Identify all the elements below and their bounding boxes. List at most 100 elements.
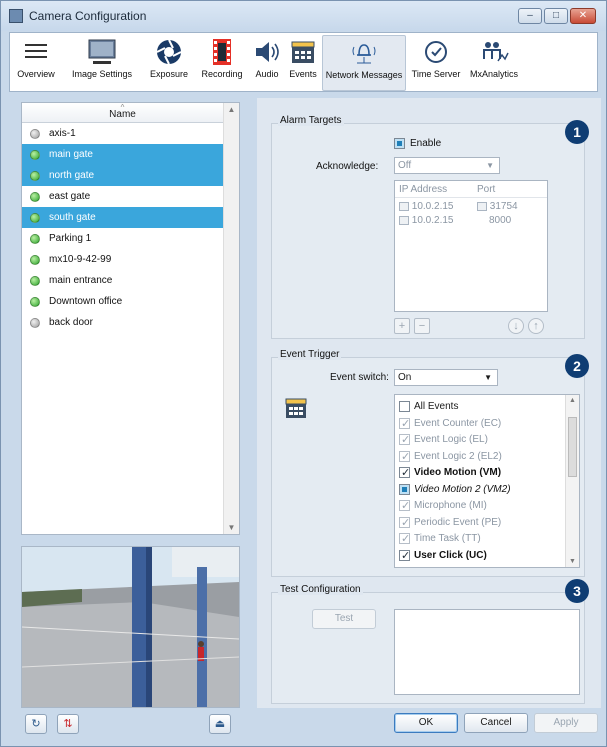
status-dot-icon [30, 171, 40, 181]
camera-configuration-window: Camera Configuration – □ ✕ Overview Imag… [0, 0, 607, 747]
check-icon: ✓ [401, 450, 411, 463]
film-strip-icon [196, 35, 248, 69]
camera-list-item[interactable]: Downtown office [22, 291, 223, 312]
status-dot-icon [30, 318, 40, 328]
tool-mxanalytics[interactable]: MxAnalytics [466, 35, 522, 91]
camera-name: south gate [49, 212, 96, 223]
scroll-up-icon[interactable]: ▲ [224, 105, 239, 114]
camera-list-item[interactable]: east gate [22, 186, 223, 207]
ok-button[interactable]: OK [394, 713, 458, 733]
event-label: Event Logic 2 (EL2) [414, 450, 502, 462]
scroll-thumb[interactable] [568, 417, 577, 477]
tool-label: Overview [17, 69, 55, 79]
camera-list[interactable]: ^ Name ▲ ▼ axis-1 main gate north gate east… [21, 102, 240, 535]
event-list-scrollbar[interactable]: ▲ ▼ [565, 395, 579, 567]
tool-label: Time Server [411, 69, 461, 79]
acknowledge-select[interactable]: Off ▼ [394, 157, 500, 174]
clapperboard-icon [286, 35, 320, 69]
refresh-button[interactable]: ↻ [25, 714, 47, 734]
tool-label: Network Messages [325, 70, 403, 80]
camera-list-item[interactable]: north gate [22, 165, 223, 186]
camera-list-item[interactable]: axis-1 [22, 123, 223, 144]
tool-recording[interactable]: Recording [196, 35, 248, 91]
event-checkbox[interactable] [399, 483, 410, 495]
check-icon: ✓ [401, 549, 411, 562]
enable-checkbox[interactable] [394, 138, 405, 149]
tool-time-server[interactable]: Time Server [408, 35, 464, 91]
tool-exposure[interactable]: Exposure [144, 35, 194, 91]
monitor-icon [62, 35, 142, 69]
add-target-button[interactable]: + [394, 318, 410, 334]
camera-preview-image [21, 546, 240, 708]
check-icon: ✓ [401, 533, 411, 545]
plus-icon: + [398, 320, 406, 332]
remove-target-button[interactable]: − [414, 318, 430, 334]
event-checkbox[interactable] [399, 401, 410, 412]
port-icon [477, 201, 487, 211]
scroll-down-icon[interactable]: ▼ [224, 523, 239, 532]
event-switch-select[interactable]: On ▼ [394, 369, 498, 386]
callout-badge-1: 1 [565, 120, 589, 144]
move-down-button[interactable]: ↓ [508, 318, 524, 334]
event-checkbox[interactable]: ✓ [399, 549, 411, 562]
scroll-up-icon[interactable]: ▲ [566, 397, 579, 404]
window-controls: – □ ✕ [518, 8, 596, 24]
move-up-button[interactable]: ↑ [528, 318, 544, 334]
list-lines-icon [12, 35, 60, 69]
tool-label: Events [289, 69, 317, 79]
table-row[interactable]: 10.0.2.15 [399, 215, 454, 226]
host-icon [399, 201, 409, 211]
event-checkbox[interactable]: ✓ [399, 500, 411, 512]
clock-icon [408, 35, 464, 69]
app-icon [9, 9, 23, 23]
event-checkbox[interactable]: ✓ [399, 533, 411, 545]
camera-list-item[interactable]: main gate [22, 144, 223, 165]
event-label: Time Task (TT) [414, 533, 481, 544]
camera-list-item[interactable]: mx10-9-42-99 [22, 249, 223, 270]
camera-list-item[interactable]: south gate [22, 207, 223, 228]
minimize-button[interactable]: – [518, 8, 542, 24]
event-switch-value: On [398, 372, 412, 383]
check-icon: ✓ [401, 434, 411, 446]
close-button[interactable]: ✕ [570, 8, 596, 24]
tool-network-messages[interactable]: Network Messages [322, 35, 406, 91]
collapse-preview-button[interactable]: ⏏ [209, 714, 231, 734]
camera-list-item[interactable]: Parking 1 [22, 228, 223, 249]
camera-name: mx10-9-42-99 [49, 254, 112, 265]
event-checkbox[interactable]: ✓ [399, 450, 411, 463]
status-dot-icon [30, 150, 40, 160]
camera-list-item[interactable]: main entrance [22, 270, 223, 291]
arrow-up-icon: ↑ [533, 320, 539, 332]
test-button[interactable]: Test [312, 609, 376, 629]
chevron-down-icon: ▼ [486, 161, 494, 170]
event-list[interactable]: All Events ✓ Event Counter (EC) ✓ Event Logi… [394, 394, 580, 568]
camera-list-scrollbar[interactable]: ▲ ▼ [223, 103, 239, 534]
event-checkbox[interactable]: ✓ [399, 467, 410, 479]
tool-audio[interactable]: Audio [250, 35, 284, 91]
event-label: Video Motion 2 (VM2) [414, 483, 511, 495]
transfer-icon: ⇅ [63, 718, 73, 730]
camera-name: Parking 1 [49, 233, 92, 244]
event-checkbox[interactable]: ✓ [399, 516, 411, 529]
scroll-down-icon[interactable]: ▼ [566, 558, 579, 565]
list-header-name[interactable]: ^ Name [22, 103, 223, 123]
event-trigger-group: Event Trigger Event switch: On ▼ All Eve… [271, 349, 585, 577]
cancel-button[interactable]: Cancel [464, 713, 528, 733]
callout-badge-2: 2 [565, 354, 589, 378]
maximize-button[interactable]: □ [544, 8, 568, 24]
apply-button[interactable]: Apply [534, 713, 598, 733]
eject-icon: ⏏ [214, 718, 226, 730]
table-row[interactable]: 10.0.2.15 [399, 201, 454, 212]
tool-overview[interactable]: Overview [12, 35, 60, 91]
check-icon: ✓ [401, 516, 411, 529]
tool-image-settings[interactable]: Image Settings [62, 35, 142, 91]
event-checkbox[interactable]: ✓ [399, 434, 411, 446]
tool-label: Exposure [149, 69, 189, 79]
event-checkbox[interactable]: ✓ [399, 417, 410, 430]
camera-name: main entrance [49, 275, 113, 286]
camera-list-item[interactable]: back door [22, 312, 223, 333]
sync-button[interactable]: ⇅ [57, 714, 79, 734]
alarm-target-table[interactable]: IP Address Port 10.0.2.15 31754 10.0.2.1… [394, 180, 548, 312]
check-icon: ✓ [401, 500, 411, 512]
tool-events[interactable]: Events [286, 35, 320, 91]
